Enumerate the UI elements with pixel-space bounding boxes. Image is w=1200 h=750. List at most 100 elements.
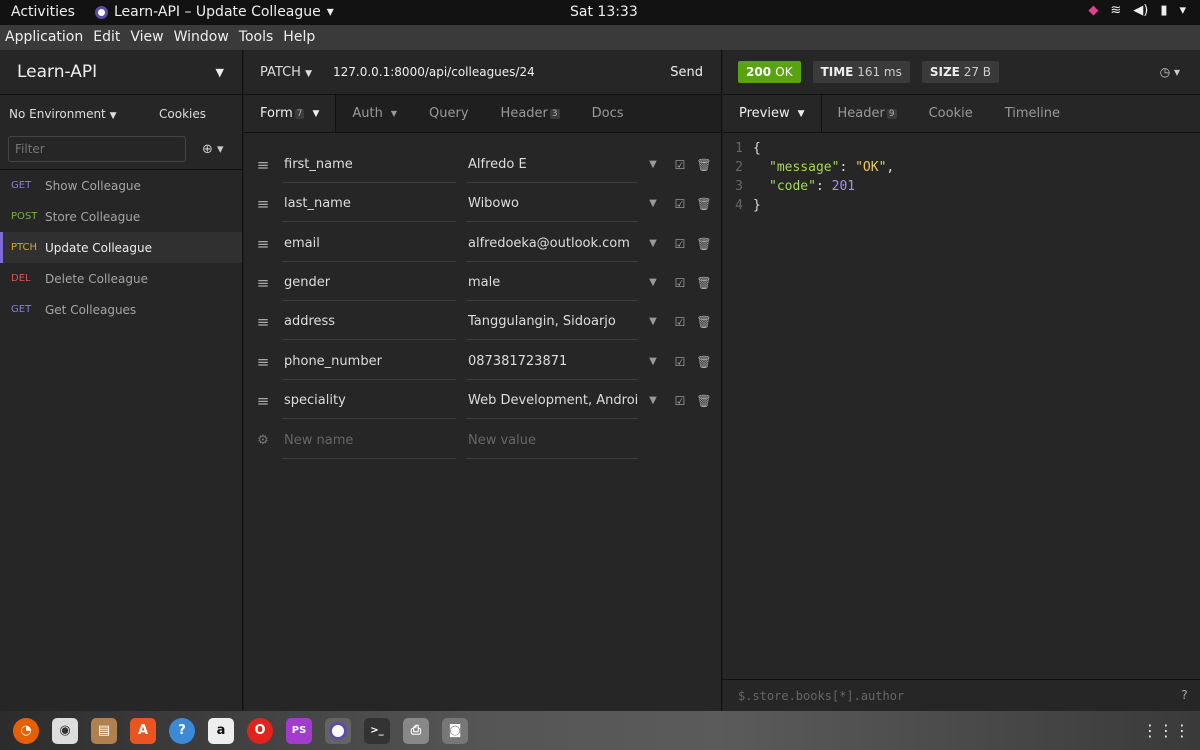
drag-handle-icon[interactable]: ≡: [244, 353, 282, 371]
app-indicator[interactable]: Learn-API – Update Colleague ▾: [95, 4, 334, 20]
trash-icon[interactable]: 🗑: [692, 237, 716, 251]
tab-label: Query: [429, 106, 469, 121]
checkbox-icon[interactable]: ☑: [668, 355, 692, 369]
param-name-input[interactable]: email: [282, 226, 456, 262]
drag-handle-icon[interactable]: ≡: [244, 313, 282, 331]
request-item-delete-colleague[interactable]: DEL Delete Colleague: [0, 263, 242, 294]
trash-icon[interactable]: 🗑: [692, 394, 716, 408]
param-name-input[interactable]: phone_number: [282, 344, 456, 380]
param-value-input[interactable]: male: [466, 265, 638, 301]
drag-handle-icon[interactable]: ≡: [244, 235, 282, 253]
chevron-down-icon[interactable]: ▼: [638, 198, 668, 209]
new-name-input[interactable]: New name: [282, 423, 456, 459]
code-token: 201: [831, 179, 856, 194]
app-indicator-label: Learn-API – Update Colleague: [114, 4, 321, 20]
response-filter-input[interactable]: $.store.books[*].author: [738, 689, 904, 703]
drag-handle-icon[interactable]: ≡: [244, 274, 282, 292]
activities-button[interactable]: Activities: [11, 4, 75, 20]
tab-docs[interactable]: Docs: [576, 95, 640, 132]
workspace-selector[interactable]: Learn-API ▼: [0, 50, 242, 95]
amazon-icon[interactable]: a: [208, 717, 234, 744]
environment-selector[interactable]: No Environment ▼: [9, 107, 159, 121]
param-name-input[interactable]: speciality: [282, 383, 456, 419]
printer-icon[interactable]: ⎙: [403, 717, 429, 744]
chevron-down-icon[interactable]: ▼: [638, 356, 668, 367]
terminal-icon[interactable]: >_: [364, 717, 390, 744]
url-input[interactable]: 127.0.0.1:8000/api/colleagues/24: [333, 65, 670, 79]
trash-icon[interactable]: 🗑: [692, 276, 716, 290]
chevron-down-icon[interactable]: ▼: [638, 238, 668, 249]
tab-timeline[interactable]: Timeline: [989, 95, 1076, 132]
param-name-input[interactable]: last_name: [282, 186, 456, 222]
chevron-down-icon[interactable]: ▼: [638, 277, 668, 288]
menu-help[interactable]: Help: [278, 25, 320, 50]
gear-icon[interactable]: ⚙: [244, 433, 282, 448]
trash-icon[interactable]: 🗑: [692, 158, 716, 172]
tab-query[interactable]: Query: [413, 95, 485, 132]
menu-view[interactable]: View: [125, 25, 168, 50]
checkbox-icon[interactable]: ☑: [668, 276, 692, 290]
menu-window[interactable]: Window: [169, 25, 234, 50]
send-button[interactable]: Send: [670, 65, 721, 80]
param-value-input[interactable]: 087381723871: [466, 344, 638, 380]
cookies-button[interactable]: Cookies: [159, 107, 206, 121]
drag-handle-icon[interactable]: ≡: [244, 156, 282, 174]
param-value-input[interactable]: Wibowo: [466, 186, 638, 222]
request-item-get-colleagues[interactable]: GET Get Colleagues: [0, 294, 242, 325]
chevron-down-icon[interactable]: ▼: [638, 159, 668, 170]
param-name-input[interactable]: address: [282, 304, 456, 340]
firefox-icon[interactable]: ◔: [13, 717, 39, 744]
method-selector[interactable]: PATCH ▼: [260, 65, 333, 80]
tab-response-header[interactable]: Header 9: [822, 95, 913, 132]
request-item-update-colleague[interactable]: PTCH Update Colleague: [0, 232, 242, 263]
param-name-input[interactable]: gender: [282, 265, 456, 301]
request-item-store-colleague[interactable]: POST Store Colleague: [0, 201, 242, 232]
tab-auth[interactable]: Auth ▼: [336, 95, 413, 132]
trash-icon[interactable]: 🗑: [692, 315, 716, 329]
opera-icon[interactable]: O: [247, 717, 273, 744]
response-filter[interactable]: $.store.books[*].author ?: [723, 679, 1200, 711]
tab-form[interactable]: Form 7 ▼: [244, 95, 337, 132]
request-list: GET Show Colleague POST Store Colleague …: [0, 169, 242, 325]
add-request-menu[interactable]: ⊕ ▾: [202, 142, 224, 157]
disk-icon[interactable]: ◉: [52, 717, 78, 744]
help-icon[interactable]: ?: [1181, 688, 1188, 702]
app-tray-icon[interactable]: ◆: [1088, 3, 1098, 18]
param-name-input[interactable]: first_name: [282, 147, 456, 183]
clock[interactable]: Sat 13:33: [570, 4, 638, 20]
trash-icon[interactable]: 🗑: [692, 197, 716, 211]
help-icon[interactable]: ?: [169, 717, 195, 744]
drag-handle-icon[interactable]: ≡: [244, 392, 282, 410]
software-center-icon[interactable]: A: [130, 717, 156, 744]
param-value-input[interactable]: alfredoeka@outlook.com: [466, 226, 638, 262]
filter-input[interactable]: [8, 136, 186, 162]
tab-preview[interactable]: Preview ▼: [723, 95, 822, 132]
system-tray[interactable]: ◆ ≋ ◀) ▮ ▾: [1088, 3, 1186, 18]
tab-cookie[interactable]: Cookie: [913, 95, 989, 132]
app-grid-icon[interactable]: ⋮⋮⋮: [1142, 721, 1190, 740]
checkbox-icon[interactable]: ☑: [668, 315, 692, 329]
param-value-input[interactable]: Tanggulangin, Sidoarjo: [466, 304, 638, 340]
param-value-input[interactable]: Web Development, Android: [466, 383, 638, 419]
phpstorm-icon[interactable]: PS: [286, 717, 312, 744]
request-item-show-colleague[interactable]: GET Show Colleague: [0, 170, 242, 201]
chevron-down-icon[interactable]: ▼: [638, 316, 668, 327]
param-value-input[interactable]: Alfredo E: [466, 147, 638, 183]
checkbox-icon[interactable]: ☑: [668, 197, 692, 211]
checkbox-icon[interactable]: ☑: [668, 237, 692, 251]
insomnia-icon[interactable]: [325, 717, 351, 744]
checkbox-icon[interactable]: ☑: [668, 158, 692, 172]
drag-handle-icon[interactable]: ≡: [244, 195, 282, 213]
new-value-input[interactable]: New value: [466, 423, 638, 459]
history-clock-icon[interactable]: ◷ ▾: [1160, 65, 1180, 79]
files-icon[interactable]: ▤: [91, 717, 117, 744]
tab-header[interactable]: Header 3: [485, 95, 576, 132]
checkbox-icon[interactable]: ☑: [668, 394, 692, 408]
trash-icon[interactable]: 🗑: [692, 355, 716, 369]
menu-application[interactable]: Application: [0, 25, 88, 50]
camera-icon[interactable]: ◙: [442, 717, 468, 744]
response-body[interactable]: 1 { 2 "message" : "OK" , 3 "code" : 201 …: [723, 133, 1200, 217]
menu-tools[interactable]: Tools: [234, 25, 279, 50]
menu-edit[interactable]: Edit: [88, 25, 125, 50]
chevron-down-icon[interactable]: ▼: [638, 395, 668, 406]
